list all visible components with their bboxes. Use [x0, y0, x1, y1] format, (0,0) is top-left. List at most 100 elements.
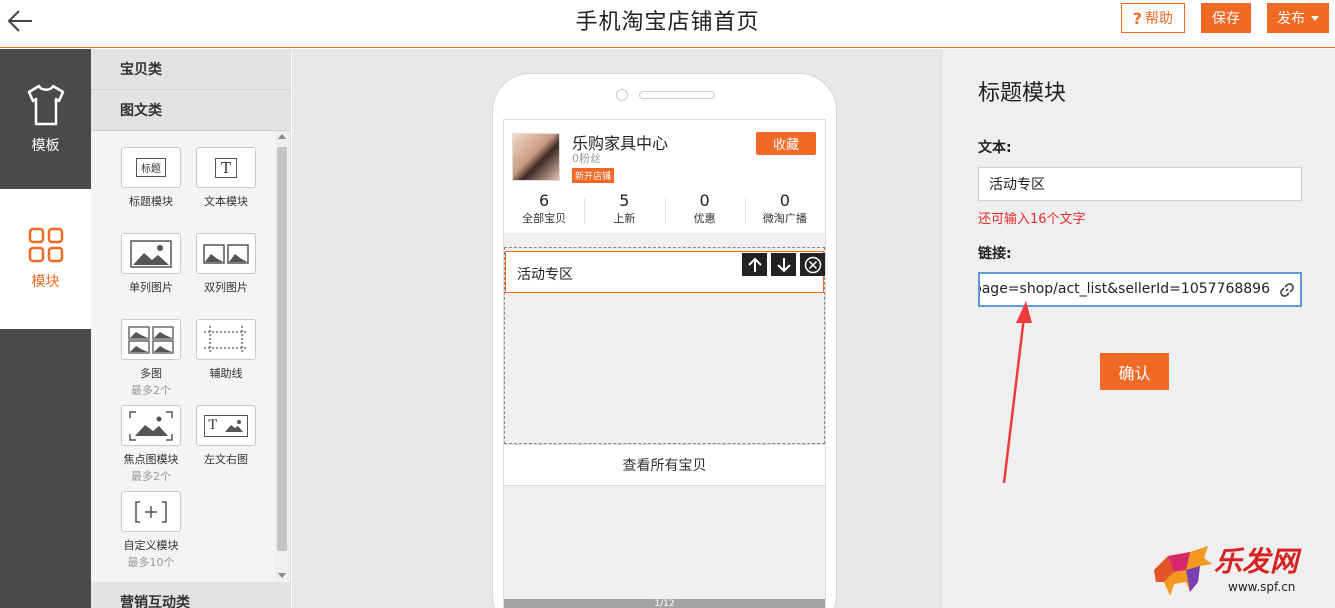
- text-left-image-right-icon: T: [204, 414, 248, 437]
- watermark-logo: 乐发网 www.spf.cn: [1150, 540, 1330, 602]
- module-tile-single-image[interactable]: 单列图片: [111, 233, 191, 295]
- single-image-box: [121, 233, 181, 274]
- shop-stats: 6 全部宝贝 5 上新 0 优惠 0 微淘广播: [504, 192, 825, 230]
- left-nav: 模板 模块: [0, 49, 91, 608]
- module-tile-text-left-image-right[interactable]: T 左文右图: [186, 405, 266, 467]
- save-button-label: 保存: [1212, 11, 1240, 27]
- char-remaining-hint: 还可输入16个文字: [978, 212, 1086, 227]
- stat-label: 微淘广播: [762, 212, 807, 225]
- title-module-text: 活动专区: [517, 267, 573, 283]
- category-image-text[interactable]: 图文类: [91, 90, 290, 131]
- nav-item-templates[interactable]: 模板: [0, 49, 91, 189]
- module-tile-double-image[interactable]: 双列图片: [186, 233, 266, 295]
- phone-screen: 乐购家具中心 0粉丝 新开店铺 收藏 6 全部宝贝 5 上新 0 优惠 0 微淘…: [503, 119, 826, 608]
- guide-line-box: [196, 319, 256, 360]
- confirm-button[interactable]: 确认: [1100, 353, 1169, 390]
- stat-label: 优惠: [693, 212, 716, 225]
- text-module-icon: T: [196, 147, 256, 188]
- stat-label: 上新: [613, 212, 636, 225]
- move-down-button[interactable]: [771, 253, 796, 276]
- preview-canvas: 乐购家具中心 0粉丝 新开店铺 收藏 6 全部宝贝 5 上新 0 优惠 0 微淘…: [292, 49, 941, 608]
- view-all-items-button[interactable]: 查看所有宝贝: [504, 444, 825, 486]
- stat-value: 6: [539, 191, 550, 210]
- stat-discount[interactable]: 0 优惠: [664, 191, 745, 230]
- module-tile-guide-line[interactable]: 辅助线: [186, 319, 266, 381]
- favorite-button[interactable]: 收藏: [756, 132, 816, 155]
- module-tile-custom[interactable]: 自定义模块 最多10个: [111, 491, 191, 570]
- module-tile-limit: 最多10个: [127, 556, 175, 569]
- module-tile-label: 左文右图: [204, 453, 248, 466]
- title-module-icon: 标题: [121, 147, 181, 188]
- module-tile-label: 自定义模块: [123, 539, 179, 552]
- title-module-icon-text: 标题: [136, 158, 166, 177]
- selected-title-module[interactable]: 活动专区: [505, 251, 825, 293]
- link-chain-icon[interactable]: [1278, 281, 1296, 299]
- scroll-thumb[interactable]: [277, 147, 287, 551]
- stat-value: 5: [619, 191, 630, 210]
- publish-button[interactable]: 发布: [1267, 3, 1329, 33]
- move-up-button[interactable]: [742, 253, 767, 276]
- chevron-down-icon: [1311, 15, 1319, 21]
- stat-value: 0: [699, 191, 710, 210]
- help-button-label: 帮助: [1145, 11, 1173, 27]
- multi-image-box: [121, 319, 181, 360]
- link-input-value: ıtm?page=shop/act_list&sellerId=10577688…: [980, 281, 1270, 297]
- phone-frame: 乐购家具中心 0粉丝 新开店铺 收藏 6 全部宝贝 5 上新 0 优惠 0 微淘…: [492, 73, 837, 608]
- category-marketing[interactable]: 营销互动类: [91, 582, 290, 608]
- stat-all-items[interactable]: 6 全部宝贝: [504, 192, 584, 230]
- publish-button-label: 发布: [1277, 11, 1305, 27]
- top-actions: ? 帮助 保存 发布: [1120, 3, 1329, 33]
- scroll-down-icon[interactable]: [278, 573, 286, 578]
- module-tile-focus-image[interactable]: 焦点图模块 最多2个: [111, 405, 191, 484]
- delete-module-button[interactable]: [800, 253, 825, 276]
- text-left-image-right-icon-text: T: [208, 418, 217, 433]
- stat-broadcast[interactable]: 0 微淘广播: [744, 191, 825, 230]
- module-tile-label: 标题模块: [129, 195, 173, 208]
- nav-item-modules[interactable]: 模块: [0, 189, 91, 329]
- module-panel-scrollbar[interactable]: [275, 131, 289, 581]
- single-image-icon: [130, 239, 172, 268]
- phone-camera: [616, 89, 628, 101]
- module-tile-title[interactable]: 标题 标题模块: [111, 147, 191, 209]
- module-grid: 标题 标题模块 T 文本模块 单列图片 双列图片 多图 最多2个 辅助线 焦点图…: [91, 131, 275, 581]
- watermark-url: www.spf.cn: [1228, 580, 1296, 594]
- module-tile-label: 焦点图模块: [123, 453, 179, 466]
- custom-module-icon: [135, 500, 167, 523]
- page-indicator: 1/12: [504, 599, 825, 608]
- category-baby[interactable]: 宝贝类: [91, 49, 290, 90]
- shop-avatar: [512, 133, 560, 181]
- module-tile-label: 双列图片: [204, 281, 248, 294]
- arrow-up-icon: [747, 257, 762, 272]
- text-module-icon-text: T: [214, 157, 237, 178]
- new-shop-badge: 新开店铺: [572, 168, 615, 183]
- module-tile-limit: 最多2个: [131, 470, 171, 483]
- text-left-image-right-box: T: [196, 405, 256, 446]
- stat-value: 0: [779, 191, 790, 210]
- help-button[interactable]: ? 帮助: [1120, 3, 1185, 33]
- back-arrow-icon[interactable]: [6, 6, 36, 36]
- guide-line-icon: [204, 325, 248, 354]
- link-input[interactable]: ıtm?page=shop/act_list&sellerId=10577688…: [978, 272, 1302, 307]
- module-tile-multi-image[interactable]: 多图 最多2个: [111, 319, 191, 398]
- shop-fans: 0粉丝: [572, 152, 601, 165]
- stat-new[interactable]: 5 上新: [584, 192, 664, 230]
- top-bar: 手机淘宝店铺首页 ? 帮助 保存 发布: [0, 0, 1335, 48]
- watermark-text: 乐发网: [1214, 545, 1299, 578]
- title-text-input[interactable]: 活动专区: [978, 167, 1302, 201]
- scroll-up-icon[interactable]: [278, 134, 286, 139]
- nav-item-label: 模块: [31, 274, 60, 290]
- close-circle-icon: [804, 256, 821, 273]
- module-tile-text[interactable]: T 文本模块: [186, 147, 266, 209]
- shop-header[interactable]: 乐购家具中心 0粉丝 新开店铺 收藏 6 全部宝贝 5 上新 0 优惠 0 微淘…: [504, 120, 825, 233]
- module-panel: 宝贝类 图文类 标题 标题模块 T 文本模块 单列图片 双列图片 多图 最多2个…: [91, 49, 291, 608]
- question-icon: ?: [1132, 8, 1142, 28]
- grid-blocks-icon: [28, 227, 63, 263]
- module-tile-label: 多图: [140, 367, 162, 380]
- module-tile-limit: 最多2个: [131, 384, 171, 397]
- focus-image-box: [121, 405, 181, 446]
- save-button[interactable]: 保存: [1201, 3, 1251, 33]
- nav-item-label: 模板: [31, 138, 60, 154]
- phone-speaker: [639, 91, 715, 99]
- stat-label: 全部宝贝: [522, 212, 567, 225]
- double-image-icon: [203, 243, 249, 264]
